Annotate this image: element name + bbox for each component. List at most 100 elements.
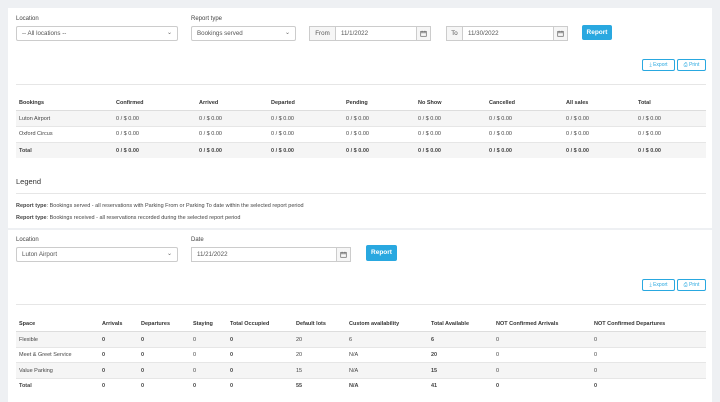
cell: 0 / $ 0.00 xyxy=(346,116,369,122)
date-calendar-icon[interactable] xyxy=(337,247,351,262)
cell: 55 xyxy=(296,383,303,389)
cell: 6 xyxy=(349,337,353,343)
cell: 0 / $ 0.00 xyxy=(116,148,139,154)
cell: 0 xyxy=(102,337,106,343)
row-label: Flexible xyxy=(19,337,38,343)
cell: 0 xyxy=(230,383,234,389)
cell: 0 / $ 0.00 xyxy=(489,116,512,122)
report-type-value: Bookings served xyxy=(197,30,243,37)
cell: 15 xyxy=(296,368,303,374)
cell: 0 / $ 0.00 xyxy=(566,131,589,137)
cell: 0 xyxy=(102,383,106,389)
cell: 15 xyxy=(431,368,438,374)
cell: N/A xyxy=(349,383,359,389)
cell: 0 / $ 0.00 xyxy=(199,116,222,122)
col-departures: Departures xyxy=(141,321,171,327)
col-arrivals: Arrivals xyxy=(102,321,123,327)
location-select[interactable]: Luton Airport ⌄ xyxy=(16,247,178,262)
col-cancelled: Cancelled xyxy=(489,100,515,106)
bookings-report-panel: Location -- All locations -- ⌄ Report ty… xyxy=(8,8,712,228)
date-label: Date xyxy=(191,237,204,243)
legend-key: Report type xyxy=(16,215,47,221)
col-all-sales: All sales xyxy=(566,100,589,106)
cell: 0 / $ 0.00 xyxy=(271,131,294,137)
location-select[interactable]: -- All locations -- ⌄ xyxy=(16,26,178,41)
cell: 0 xyxy=(496,383,500,389)
cell: 0 / $ 0.00 xyxy=(418,148,441,154)
report-type-select[interactable]: Bookings served ⌄ xyxy=(191,26,296,41)
row-label: Total xyxy=(19,383,32,389)
col-not-confirmed-arrivals: NOT Confirmed Arrivals xyxy=(496,321,559,327)
col-no-show: No Show xyxy=(418,100,442,106)
cell: 0 / $ 0.00 xyxy=(116,131,139,137)
col-pending: Pending xyxy=(346,100,368,106)
cell: 0 xyxy=(193,352,197,358)
cell: 41 xyxy=(431,383,438,389)
cell: 0 / $ 0.00 xyxy=(418,116,441,122)
cell: 0 / $ 0.00 xyxy=(271,148,294,154)
chevron-down-icon: ⌄ xyxy=(166,30,172,36)
location-select-value: -- All locations -- xyxy=(22,30,67,37)
cell: 20 xyxy=(296,352,303,358)
row-label: Total xyxy=(19,148,32,154)
report-type-label: Report type xyxy=(191,16,223,22)
space-report-panel: Location Luton Airport ⌄ Date 11/21/2022… xyxy=(8,230,712,402)
col-total-available: Total Available xyxy=(431,321,470,327)
to-calendar-icon[interactable] xyxy=(554,26,568,41)
cell: 0 xyxy=(594,368,598,374)
from-date-input[interactable]: 11/1/2022 xyxy=(335,26,417,41)
col-staying: Staying xyxy=(193,321,213,327)
cell: 0 xyxy=(496,368,500,374)
col-departed: Departed xyxy=(271,100,295,106)
cell: 0 / $ 0.00 xyxy=(199,148,222,154)
cell: 0 xyxy=(141,368,145,374)
cell: 0 / $ 0.00 xyxy=(418,131,441,137)
row-label: Value Parking xyxy=(19,368,53,374)
cell: 6 xyxy=(431,337,435,343)
to-label: To xyxy=(446,26,463,41)
row-label: Luton Airport xyxy=(19,116,51,122)
cell: N/A xyxy=(349,368,359,374)
export-label: Export xyxy=(653,282,668,288)
legend-title: Legend xyxy=(16,177,42,186)
cell: 0 / $ 0.00 xyxy=(489,148,512,154)
location-label: Location xyxy=(16,237,39,243)
legend-line: Report type: Bookings served - all reser… xyxy=(16,203,304,209)
cell: 0 xyxy=(230,337,234,343)
cell: 0 / $ 0.00 xyxy=(116,116,139,122)
report-button[interactable]: Report xyxy=(582,25,612,40)
download-icon: ⤓ xyxy=(649,282,652,288)
print-button[interactable]: ⎙ Print xyxy=(677,59,706,71)
cell: 0 xyxy=(102,368,106,374)
cell: 0 / $ 0.00 xyxy=(638,116,661,122)
cell: 0 xyxy=(496,337,500,343)
cell: 20 xyxy=(431,352,438,358)
cell: 0 xyxy=(594,352,598,358)
col-custom-availability: Custom availability xyxy=(349,321,400,327)
col-confirmed: Confirmed xyxy=(116,100,144,106)
cell: 0 xyxy=(193,368,197,374)
col-total: Total xyxy=(638,100,651,106)
cell: 0 xyxy=(230,352,234,358)
report-button[interactable]: Report xyxy=(366,245,397,261)
cell: N/A xyxy=(349,352,359,358)
to-date-input[interactable]: 11/30/2022 xyxy=(462,26,554,41)
col-bookings: Bookings xyxy=(19,100,45,106)
date-input[interactable]: 11/21/2022 xyxy=(191,247,337,262)
export-button[interactable]: ⤓ Export xyxy=(642,279,675,291)
legend-key: Report type xyxy=(16,203,47,209)
print-label: Print xyxy=(689,62,700,68)
col-space: Space xyxy=(19,321,36,327)
cell: 0 xyxy=(141,383,145,389)
row-label: Oxford Circus xyxy=(19,131,53,137)
cell: 0 / $ 0.00 xyxy=(638,131,661,137)
from-calendar-icon[interactable] xyxy=(417,26,431,41)
cell: 0 / $ 0.00 xyxy=(271,116,294,122)
from-label: From xyxy=(309,26,336,41)
print-button[interactable]: ⎙ Print xyxy=(677,279,706,291)
print-label: Print xyxy=(689,282,700,288)
cell: 20 xyxy=(296,337,303,343)
chevron-down-icon: ⌄ xyxy=(284,30,290,36)
cell: 0 xyxy=(594,383,598,389)
export-button[interactable]: ⤓ Export xyxy=(642,59,675,71)
